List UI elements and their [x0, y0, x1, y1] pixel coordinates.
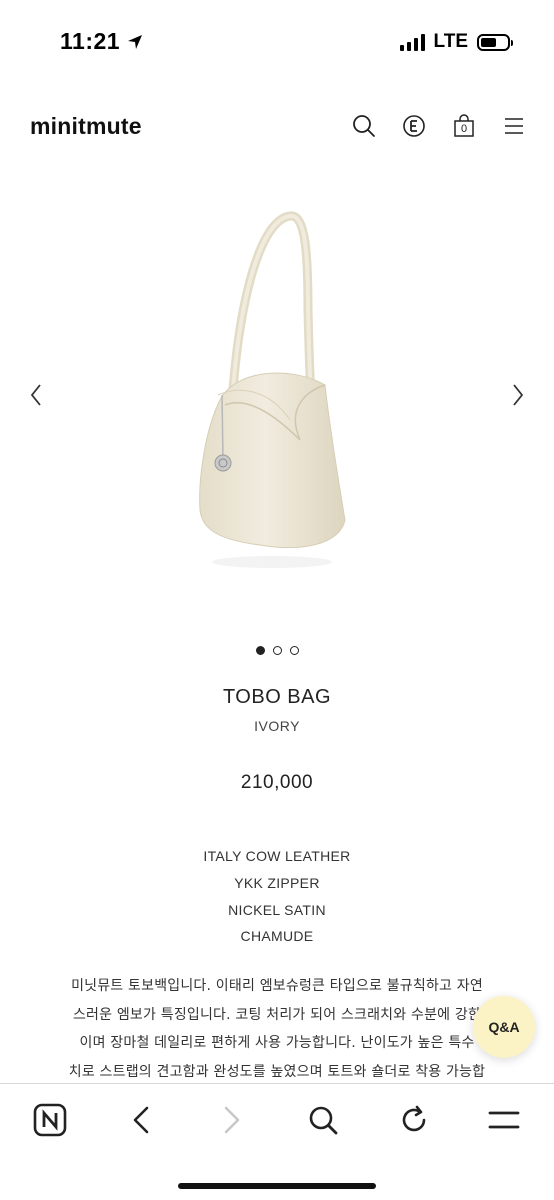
description-line: 이며 장마철 데일리로 편하게 사용 가능합니다. 난이도가 높은 특수 [79, 1035, 475, 1051]
product-description: 미닛뮤트 토보백입니다. 이태리 엠보슈렁큰 타입으로 불규칙하고 자연 스러운… [44, 972, 510, 1086]
description-line: 스러운 엠보가 특징입니다. 코팅 처리가 되어 스크래치와 수분에 강한 [72, 1006, 482, 1023]
cart-count: 0 [460, 123, 468, 135]
pagination-dot[interactable] [255, 646, 265, 655]
product-info: TOBO BAG IVORY [0, 686, 554, 734]
menu-icon[interactable] [484, 1100, 524, 1140]
product-specs: ITALY COW LEATHER YKK ZIPPER NICKEL SATI… [0, 843, 554, 950]
network-label: LTE [433, 31, 468, 52]
forward-arrow-icon[interactable] [212, 1100, 252, 1140]
product-image [199, 211, 346, 568]
site-header: minitmute 0 [0, 100, 554, 154]
gallery-prev-arrow-icon[interactable] [24, 380, 48, 410]
description-line: 미닛뮤트 토보백입니다. 이태리 엠보슈렁큰 타입으로 불규칙하고 자연 [71, 978, 483, 994]
spec-line: YKK ZIPPER [234, 874, 320, 891]
status-indicators: LTE [399, 31, 513, 53]
status-time-group: 11:21 [60, 28, 144, 55]
pagination-dot[interactable] [289, 646, 299, 655]
battery-icon [477, 33, 513, 51]
status-bar: 11:21 LTE [0, 0, 554, 84]
search-icon[interactable] [303, 1100, 343, 1140]
gallery-pagination [0, 646, 554, 655]
refresh-icon[interactable] [394, 1100, 434, 1140]
naver-home-icon[interactable] [30, 1100, 70, 1140]
signal-strength-icon [399, 33, 425, 51]
product-price: 210,000 [240, 772, 314, 793]
status-time: 11:21 [60, 28, 121, 54]
qa-button[interactable]: Q&A [473, 996, 535, 1058]
spec-line: NICKEL SATIN [228, 901, 326, 918]
shopping-bag-icon[interactable]: 0 [452, 114, 476, 138]
spec-line: ITALY COW LEATHER [203, 848, 351, 864]
description-line: 치로 스트랩의 견고함과 완성도를 높였으며 토트와 숄더로 착용 가능합 [68, 1063, 486, 1080]
back-arrow-icon[interactable] [121, 1100, 161, 1140]
gallery-next-arrow-icon[interactable] [506, 380, 530, 410]
spec-line: CHAMUDE [240, 928, 314, 945]
location-arrow-icon [126, 33, 144, 51]
product-name: TOBO BAG [222, 686, 332, 708]
brand-logo[interactable]: minitmute [30, 113, 142, 140]
product-gallery[interactable] [0, 170, 554, 630]
pagination-dot[interactable] [272, 646, 282, 655]
product-color: IVORY [254, 718, 300, 734]
home-indicator [178, 1183, 376, 1189]
browser-toolbar [0, 1083, 554, 1200]
search-icon[interactable] [352, 114, 376, 138]
e-badge-icon[interactable] [402, 114, 426, 138]
hamburger-menu-icon[interactable] [502, 114, 526, 138]
header-icons: 0 [352, 114, 526, 138]
